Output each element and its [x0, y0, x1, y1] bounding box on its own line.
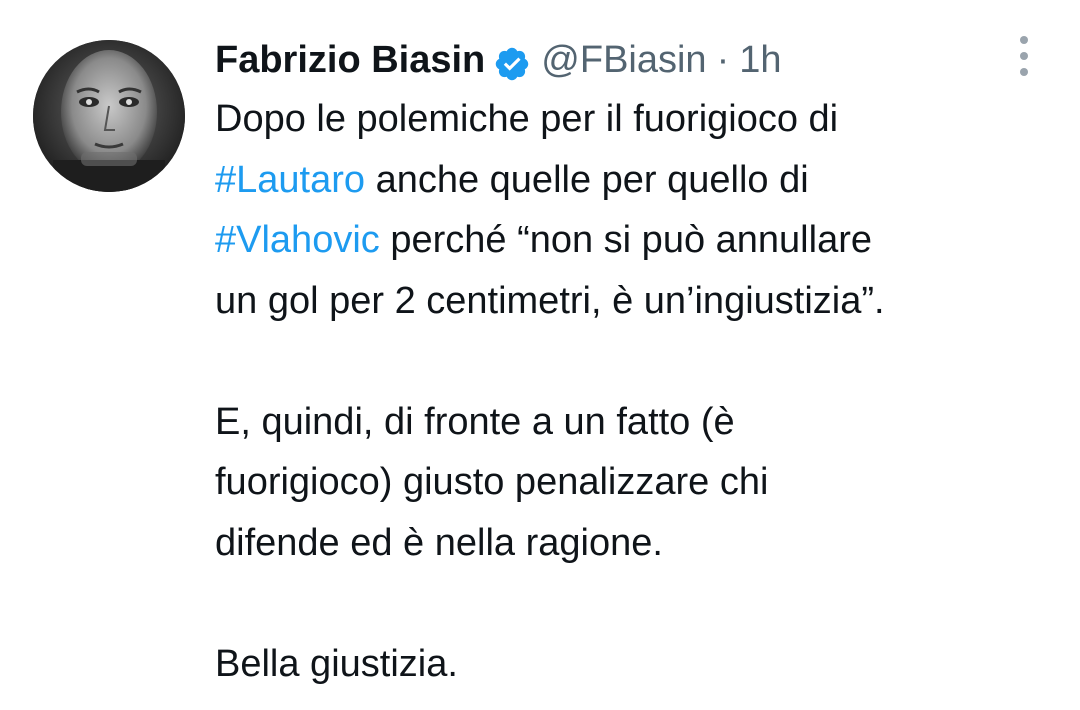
- tweet-text-line: #Vlahovic perché “non si può annullare: [215, 210, 1065, 271]
- tweet-text-line: E, quindi, di fronte a un fatto (è: [215, 392, 1065, 453]
- tweet-text-segment: Bella giustizia.: [215, 642, 458, 685]
- author-handle[interactable]: @FBiasin: [541, 30, 706, 90]
- tweet-text-line: un gol per 2 centimetri, è un’ingiustizi…: [215, 271, 1065, 332]
- avatar[interactable]: [33, 40, 185, 192]
- more-dot: [1020, 68, 1028, 76]
- tweet-text-line: fuorigioco) giusto penalizzare chi: [215, 452, 1065, 513]
- separator-dot: ·: [716, 39, 730, 81]
- tweet-timestamp[interactable]: 1h: [739, 30, 781, 90]
- more-dot: [1020, 36, 1028, 44]
- verified-badge-icon: [493, 41, 531, 81]
- tweet-text-line: Dopo le polemiche per il fuorigioco di: [215, 89, 1065, 150]
- tweet-text-segment: difende ed è nella ragione.: [215, 521, 663, 564]
- hashtag-link[interactable]: #Lautaro: [215, 159, 365, 201]
- tweet-text-segment: anche quelle per quello di: [365, 158, 809, 201]
- tweet-text-line: #Lautaro anche quelle per quello di: [215, 150, 1065, 211]
- tweet-text-line: Bella giustizia.: [215, 634, 1065, 695]
- avatar-photo: [33, 40, 185, 192]
- tweet-text-line: difende ed è nella ragione.: [215, 513, 1065, 574]
- tweet-text-segment: E, quindi, di fronte a un fatto (è: [215, 400, 735, 443]
- author-display-name[interactable]: Fabrizio Biasin: [215, 30, 485, 90]
- more-dot: [1020, 52, 1028, 60]
- tweet-text-segment: fuorigioco) giusto penalizzare chi: [215, 461, 769, 503]
- tweet-header: Fabrizio Biasin @FBiasin · 1h: [215, 30, 782, 90]
- hashtag-link[interactable]: #Vlahovic: [215, 219, 380, 261]
- tweet-text-segment: perché “non si può annullare: [379, 219, 872, 261]
- more-options-icon[interactable]: [1012, 36, 1036, 76]
- tweet[interactable]: Fabrizio Biasin @FBiasin · 1h Dopo le po…: [0, 0, 1080, 710]
- tweet-text-segment: un gol per 2 centimetri, è un’ingiustizi…: [215, 279, 885, 322]
- tweet-text: Dopo le polemiche per il fuorigioco di #L…: [215, 89, 1065, 694]
- tweet-text-segment: Dopo le polemiche per il fuorigioco di: [215, 98, 839, 140]
